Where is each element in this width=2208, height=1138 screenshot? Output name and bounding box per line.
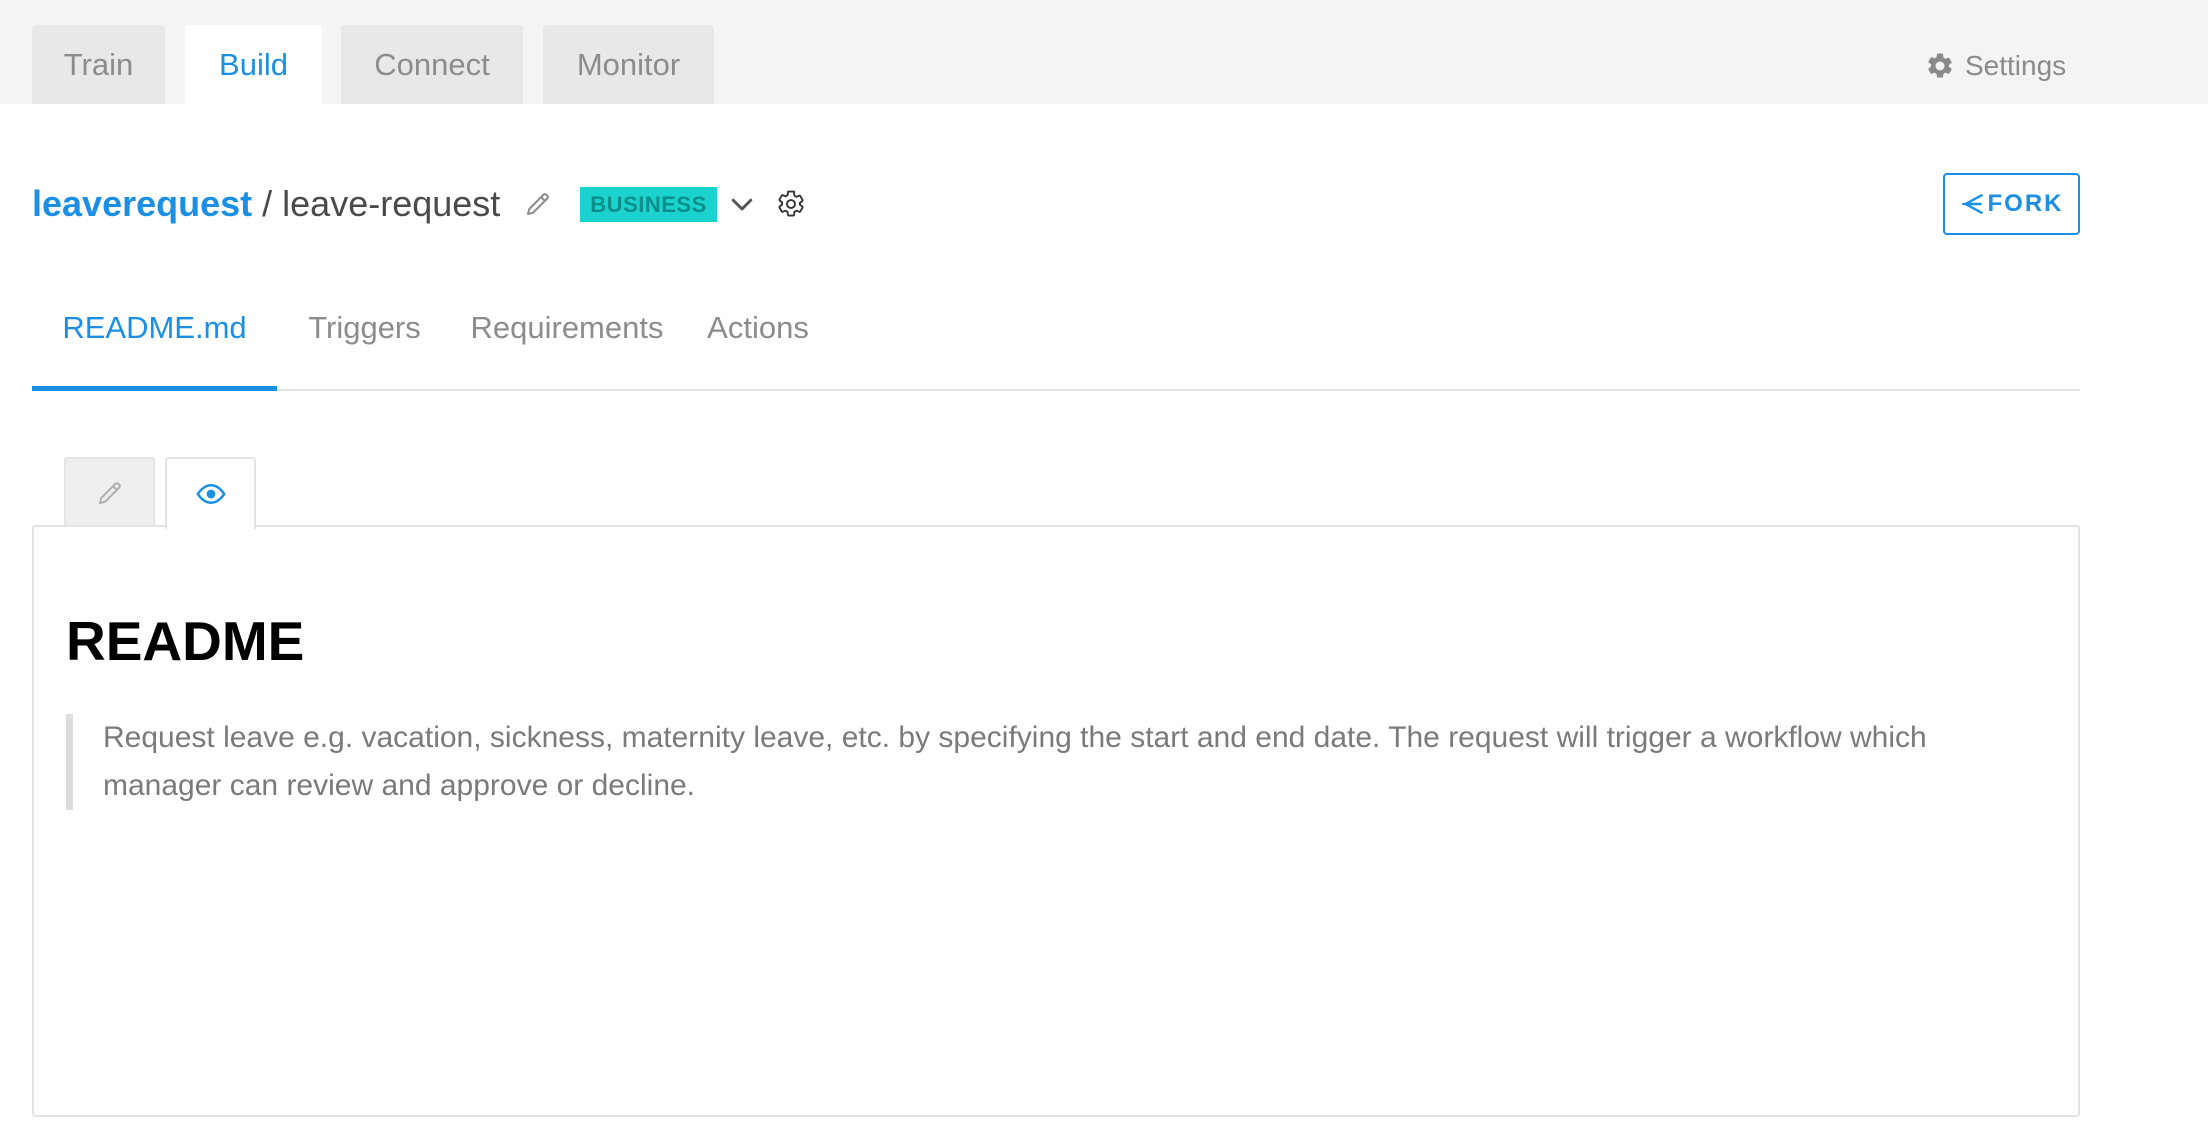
- edit-mode-tab[interactable]: [64, 457, 155, 527]
- fork-button[interactable]: FORK: [1943, 173, 2080, 235]
- gear-outline-icon: [778, 190, 804, 217]
- fork-icon: [1961, 194, 1983, 214]
- edit-name-button[interactable]: [522, 188, 554, 220]
- readme-heading: README: [66, 610, 305, 672]
- tab-requirements[interactable]: Requirements: [464, 300, 670, 391]
- tab-connect[interactable]: Connect: [341, 25, 523, 104]
- pencil-icon: [527, 193, 550, 215]
- tab-triggers[interactable]: Triggers: [295, 300, 434, 391]
- settings-label: Settings: [1965, 50, 2067, 81]
- project-settings-button[interactable]: [775, 188, 807, 220]
- settings-link[interactable]: Settings: [1925, 48, 2066, 84]
- project-header: leaverequest / leave-request BUSINESS: [32, 178, 807, 230]
- eye-icon: [195, 483, 226, 505]
- tab-monitor[interactable]: Monitor: [543, 25, 714, 104]
- fork-label: FORK: [1987, 190, 2064, 217]
- tab-train[interactable]: Train: [32, 25, 165, 104]
- project-name: leave-request: [282, 183, 501, 224]
- gear-icon: [1928, 53, 1952, 78]
- plan-badge: BUSINESS: [580, 186, 717, 222]
- tab-actions[interactable]: Actions: [700, 300, 816, 391]
- project-owner-link[interactable]: leaverequest: [32, 183, 252, 225]
- tab-build[interactable]: Build: [185, 25, 322, 104]
- breadcrumb-separator: /: [262, 183, 273, 224]
- top-nav-bar: Train Build Connect Monitor Settings: [0, 0, 2208, 104]
- sub-tab-bar: README.md Triggers Requirements Actions: [32, 300, 2080, 391]
- readme-blockquote: Request leave e.g. vacation, sickness, m…: [66, 714, 2026, 810]
- plan-dropdown-button[interactable]: [727, 189, 757, 219]
- pencil-icon: [98, 482, 121, 504]
- preview-mode-tab[interactable]: [165, 457, 256, 529]
- tab-readme[interactable]: README.md: [32, 300, 277, 391]
- readme-preview-panel: README Request leave e.g. vacation, sick…: [32, 525, 2080, 1117]
- chevron-down-icon: [731, 198, 753, 211]
